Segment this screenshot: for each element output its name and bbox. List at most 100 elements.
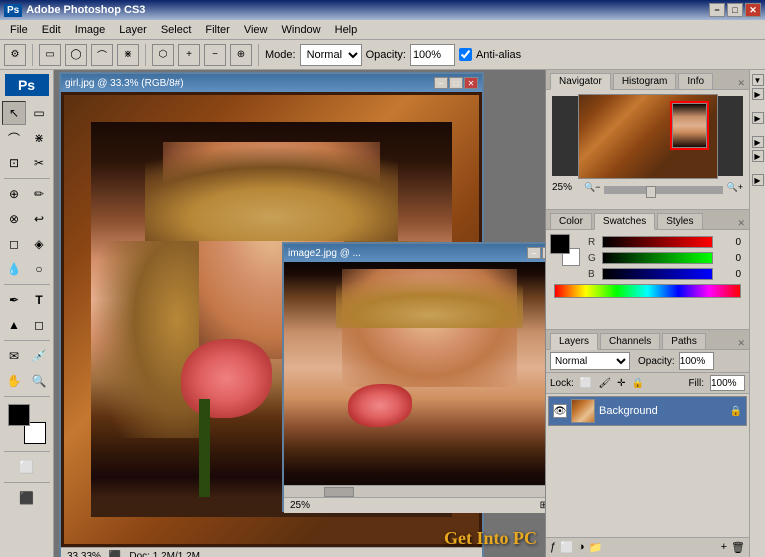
doc2-scrollbar-h[interactable] xyxy=(284,485,545,497)
layer-background[interactable]: 👁 Background 🔒 xyxy=(548,396,747,426)
zoom-out-icon[interactable]: 🔍− xyxy=(584,182,600,193)
lock-transparency-icon[interactable]: ⬜ xyxy=(580,378,592,389)
lasso-tool[interactable]: ⌒ xyxy=(2,126,26,150)
zoom-track[interactable] xyxy=(604,186,722,190)
blur-tool[interactable]: 💧 xyxy=(2,257,26,281)
clone-tool[interactable]: ⊗ xyxy=(2,207,26,231)
navigator-close[interactable]: ✕ xyxy=(737,78,745,89)
layer-adj-icon[interactable]: ◑ xyxy=(578,541,585,554)
magic-wand-icon[interactable]: ⋇ xyxy=(117,44,139,66)
mode-select[interactable]: Normal xyxy=(300,44,362,66)
doc2-scroll-thumb-h[interactable] xyxy=(324,487,354,497)
hand-tool[interactable]: ✋ xyxy=(2,369,26,393)
fg-color-box[interactable] xyxy=(550,234,570,254)
eraser-tool[interactable]: ◻ xyxy=(2,232,26,256)
color-close[interactable]: ✕ xyxy=(737,218,745,229)
opacity-input[interactable]: 100% xyxy=(410,44,455,66)
lasso-icon[interactable]: ⌒ xyxy=(91,44,113,66)
maximize-button[interactable]: □ xyxy=(727,3,743,17)
zoom-tool[interactable]: 🔍 xyxy=(27,369,51,393)
gradient-tool[interactable]: ◈ xyxy=(27,232,51,256)
zoom-in-icon[interactable]: 🔍+ xyxy=(727,182,743,193)
notes-tool[interactable]: ✉ xyxy=(2,344,26,368)
tab-info[interactable]: Info xyxy=(678,73,713,89)
layer-mask-icon[interactable]: ⬜ xyxy=(560,541,574,554)
strip-btn-5[interactable]: ▶ xyxy=(752,150,764,162)
brush-tool[interactable]: ✏ xyxy=(27,182,51,206)
add-icon[interactable]: + xyxy=(178,44,200,66)
menu-window[interactable]: Window xyxy=(276,22,327,38)
foreground-color-swatch[interactable] xyxy=(8,404,30,426)
doc2-minimize[interactable]: − xyxy=(527,247,541,259)
menu-filter[interactable]: Filter xyxy=(199,22,235,38)
eyedropper-tool[interactable]: 💉 xyxy=(27,344,51,368)
menu-help[interactable]: Help xyxy=(329,22,364,38)
b-slider[interactable] xyxy=(602,268,713,280)
layer-fx-icon[interactable]: ƒ xyxy=(550,541,556,554)
layer-visibility-toggle[interactable]: 👁 xyxy=(553,404,567,418)
menu-edit[interactable]: Edit xyxy=(36,22,67,38)
quick-select-tool[interactable]: ⋇ xyxy=(27,126,51,150)
minimize-button[interactable]: − xyxy=(709,3,725,17)
menu-layer[interactable]: Layer xyxy=(113,22,153,38)
strip-btn-3[interactable]: ▶ xyxy=(752,112,764,124)
antialias-checkbox[interactable] xyxy=(459,48,472,61)
tab-color[interactable]: Color xyxy=(550,213,592,229)
healing-brush-tool[interactable]: ⊕ xyxy=(2,182,26,206)
doc1-maximize[interactable]: □ xyxy=(449,77,463,89)
layer-group-icon[interactable]: 📁 xyxy=(588,541,602,554)
screen-mode-tool[interactable]: ⬛ xyxy=(15,486,39,510)
move-tool[interactable]: ↖ xyxy=(2,101,26,125)
pen-tool[interactable]: ✒ xyxy=(2,288,26,312)
fill-value-input[interactable] xyxy=(710,375,745,391)
history-brush-tool[interactable]: ↩ xyxy=(27,207,51,231)
subtract-icon[interactable]: − xyxy=(204,44,226,66)
type-tool[interactable]: T xyxy=(27,288,51,312)
r-slider[interactable] xyxy=(602,236,713,248)
tab-navigator[interactable]: Navigator xyxy=(550,73,611,90)
layers-close[interactable]: ✕ xyxy=(737,338,745,349)
lock-position-icon[interactable]: ✛ xyxy=(617,378,625,389)
tool-options-icon[interactable]: ⚙ xyxy=(4,44,26,66)
lock-image-icon[interactable]: 🖌 xyxy=(598,378,611,389)
shape-tool[interactable]: ◻ xyxy=(27,313,51,337)
layer-delete-icon[interactable]: 🗑 xyxy=(731,541,745,554)
close-button[interactable]: ✕ xyxy=(745,3,761,17)
strip-btn-4[interactable]: ▶ xyxy=(752,136,764,148)
lock-all-icon[interactable]: 🔒 xyxy=(631,378,643,389)
crop-tool[interactable]: ⊡ xyxy=(2,151,26,175)
quick-mask-tool[interactable]: ⬜ xyxy=(15,455,39,479)
menu-select[interactable]: Select xyxy=(155,22,198,38)
doc2-maximize[interactable]: □ xyxy=(542,247,545,259)
g-slider[interactable] xyxy=(602,252,713,264)
path-selection-tool[interactable]: ▲ xyxy=(2,313,26,337)
g-row: G 0 xyxy=(584,250,745,266)
slice-tool[interactable]: ✂ xyxy=(27,151,51,175)
opacity-value-input[interactable] xyxy=(679,352,714,370)
feather-icon[interactable]: ⬡ xyxy=(152,44,174,66)
zoom-slider-thumb[interactable] xyxy=(646,186,656,198)
doc1-minimize[interactable]: − xyxy=(434,77,448,89)
layer-new-icon[interactable]: + xyxy=(721,541,727,554)
tab-channels[interactable]: Channels xyxy=(600,333,660,349)
tab-histogram[interactable]: Histogram xyxy=(613,73,677,89)
menu-image[interactable]: Image xyxy=(69,22,112,38)
doc1-close[interactable]: ✕ xyxy=(464,77,478,89)
menu-view[interactable]: View xyxy=(238,22,274,38)
doc2-title-bar[interactable]: image2.jpg @ ... − □ ✕ xyxy=(284,244,545,262)
tab-paths[interactable]: Paths xyxy=(662,333,706,349)
strip-btn-6[interactable]: ▶ xyxy=(752,174,764,186)
strip-btn-2[interactable]: ▶ xyxy=(752,88,764,100)
strip-btn-1[interactable]: ▼ xyxy=(752,74,764,86)
blend-mode-select[interactable]: Normal xyxy=(550,352,630,370)
tab-layers[interactable]: Layers xyxy=(550,333,598,350)
dodge-tool[interactable]: ○ xyxy=(27,257,51,281)
tab-swatches[interactable]: Swatches xyxy=(594,213,655,230)
doc1-title-bar[interactable]: girl.jpg @ 33.3% (RGB/8#) − □ ✕ xyxy=(61,74,482,92)
intersect-icon[interactable]: ⊕ xyxy=(230,44,252,66)
ellipse-select-icon[interactable]: ◯ xyxy=(65,44,87,66)
tab-styles[interactable]: Styles xyxy=(657,213,702,229)
menu-file[interactable]: File xyxy=(4,22,34,38)
rect-select-icon[interactable]: ▭ xyxy=(39,44,61,66)
marquee-tool[interactable]: ▭ xyxy=(27,101,51,125)
